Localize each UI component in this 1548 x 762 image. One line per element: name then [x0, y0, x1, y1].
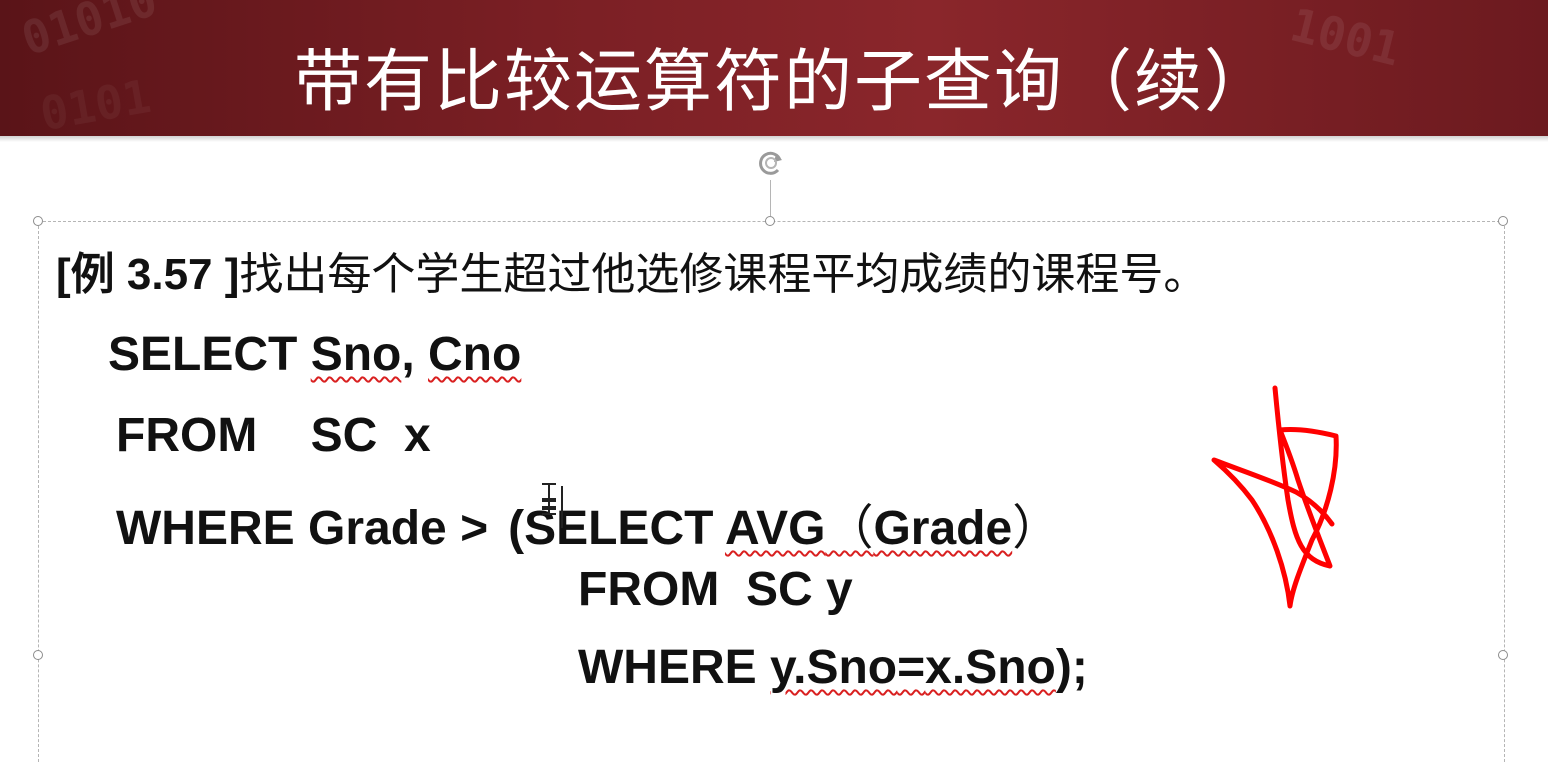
resize-handle-top-right[interactable] [1498, 216, 1508, 226]
example-description: 找出每个学生超过他选修课程平均成绩的课程号。 [239, 249, 1208, 300]
rotate-icon[interactable] [754, 146, 788, 180]
sql-terminator: ); [1055, 641, 1088, 694]
sql-condition: WHERE Grade > [116, 502, 489, 555]
sql-function-name: AVG [724, 502, 826, 555]
example-heading: [例 3.57 ]找出每个学生超过他选修课程平均成绩的课程号。 [56, 238, 1207, 302]
title-shadow [0, 136, 1548, 142]
sql-column: Sno [310, 328, 402, 381]
sql-line-select: SELECT Sno, Cno [108, 327, 521, 382]
sql-line-where: WHERE Grade > (SELECT AVG（Grade） [116, 488, 1060, 558]
resize-handle-middle-left[interactable] [33, 650, 43, 660]
sql-line-subquery-from: FROM SC y [578, 563, 853, 616]
sql-column: y.Sno [770, 641, 898, 694]
sql-line-subquery-where: WHERE y.Sno=x.Sno); [578, 640, 1088, 695]
sql-column: x.Sno [925, 641, 1056, 694]
sql-paren: ） [1012, 500, 1061, 556]
sql-keyword: SELECT [108, 328, 311, 381]
sql-line-from: FROM SC x [116, 409, 431, 462]
sql-operator: = [897, 641, 926, 694]
rotate-stem [770, 180, 771, 216]
sql-separator: , [401, 328, 429, 381]
star-annotation-icon [1200, 380, 1350, 610]
resize-handle-top-center[interactable] [765, 216, 775, 226]
sql-keyword: WHERE [578, 641, 770, 694]
text-cursor-icon [536, 480, 564, 530]
slide-title[interactable]: 带有比较运算符的子查询（续） [0, 26, 1548, 125]
example-number: [例 3.57 ] [56, 250, 240, 299]
sql-paren: （ [825, 500, 874, 556]
resize-handle-top-left[interactable] [33, 216, 43, 226]
slide-title-bar: 01010 1001 0101 带有比较运算符的子查询（续） [0, 0, 1548, 136]
sql-function-arg: Grade [873, 502, 1013, 555]
sql-column: Cno [428, 328, 522, 381]
resize-handle-middle-right[interactable] [1498, 650, 1508, 660]
sql-function: AVG（Grade [724, 500, 1013, 556]
